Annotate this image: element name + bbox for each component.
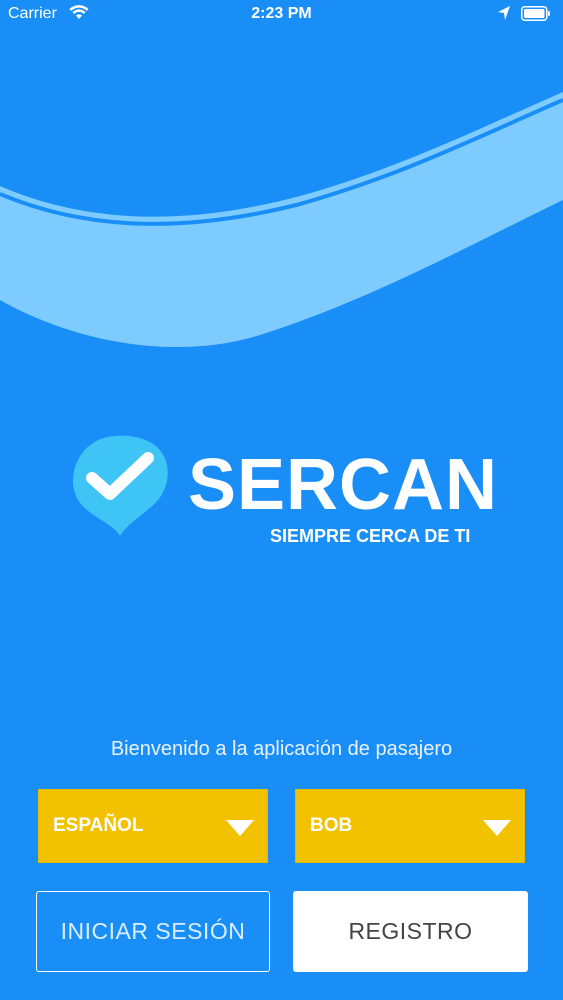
login-button[interactable]: INICIAR SESIÓN bbox=[36, 891, 270, 972]
register-button[interactable]: REGISTRO bbox=[293, 891, 528, 972]
header-wave bbox=[0, 92, 563, 348]
check-pin-icon bbox=[73, 435, 168, 536]
chevron-down-icon bbox=[226, 820, 254, 836]
brand-name: SERCAN bbox=[188, 445, 499, 525]
brand-tagline: SIEMPRE CERCA DE TI bbox=[270, 526, 471, 546]
language-dropdown-label: ESPAÑOL bbox=[53, 815, 144, 836]
welcome-text: Bienvenido a la aplicación de pasajero bbox=[110, 738, 453, 760]
city-dropdown[interactable]: BOB bbox=[295, 789, 525, 863]
language-dropdown[interactable]: ESPAÑOL bbox=[38, 789, 268, 863]
chevron-down-icon bbox=[483, 820, 511, 836]
city-dropdown-label: BOB bbox=[310, 815, 353, 836]
